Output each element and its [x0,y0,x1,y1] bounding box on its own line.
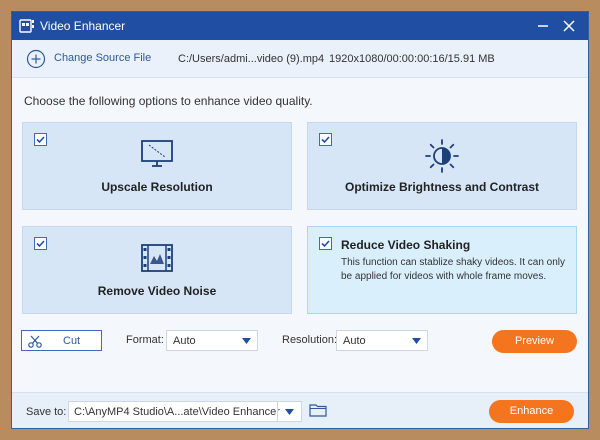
chevron-down-icon [285,409,294,415]
add-circle-icon [26,49,46,69]
cut-label: Cut [63,335,81,347]
cut-button[interactable]: Cut [21,330,102,351]
chevron-down-icon [242,338,251,344]
format-label: Format: [126,334,164,346]
save-path-field[interactable]: C:\AnyMP4 Studio\A...ate\Video Enhancer [68,401,302,422]
close-icon[interactable] [558,15,580,37]
remove-video-noise-checkbox[interactable] [34,237,47,253]
change-source-file-label: Change Source File [54,52,152,64]
remove-video-noise-label: Remove Video Noise [97,284,217,298]
resolution-value: Auto [343,335,366,347]
brightness-icon [424,138,460,177]
format-value: Auto [173,335,196,347]
upscale-resolution-checkbox[interactable] [34,133,47,149]
resolution-label: Resolution: [282,334,338,346]
source-file-path: C:/Users/admi...video (9).mp4 [178,53,325,65]
app-logo-icon [19,18,35,37]
film-icon [140,242,174,277]
video-enhancer-window: Video Enhancer Change Source File C:/Use… [11,11,589,429]
instructions-text: Choose the following options to enhance … [24,94,313,108]
output-controls: Cut Format: Auto Resolution: Auto Previe… [12,330,588,354]
optimize-brightness-label: Optimize Brightness and Contrast [344,180,540,194]
chevron-down-icon [412,338,421,344]
option-optimize-brightness[interactable]: Optimize Brightness and Contrast [307,122,577,210]
upscale-resolution-label: Upscale Resolution [101,180,213,194]
option-upscale-resolution[interactable]: Upscale Resolution [22,122,292,210]
scissors-icon [28,335,42,348]
resolution-select[interactable]: Auto [336,330,428,351]
enhance-button[interactable]: Enhance [489,400,574,423]
window-title: Video Enhancer [40,19,126,33]
reduce-video-shaking-label: Reduce Video Shaking [341,238,471,252]
save-footer: Save to: C:\AnyMP4 Studio\A...ate\Video … [12,392,588,428]
source-file-metadata: 1920x1080/00:00:00:16/15.91 MB [329,53,495,65]
option-remove-video-noise[interactable]: Remove Video Noise [22,226,292,314]
save-to-label: Save to: [26,406,67,418]
optimize-brightness-checkbox[interactable] [319,133,332,149]
monitor-icon [140,138,174,173]
option-reduce-video-shaking[interactable]: Reduce Video Shaking This function can s… [307,226,577,314]
save-path-value: C:\AnyMP4 Studio\A...ate\Video Enhancer [74,406,280,418]
title-bar: Video Enhancer [12,12,588,40]
minimize-icon[interactable] [532,15,554,37]
format-select[interactable]: Auto [166,330,258,351]
source-file-bar: Change Source File C:/Users/admi...video… [12,40,588,78]
open-folder-icon[interactable] [309,403,327,420]
reduce-video-shaking-description: This function can stablize shaky videos.… [341,257,566,282]
save-path-dropdown[interactable] [277,402,301,421]
preview-button[interactable]: Preview [492,330,577,353]
reduce-video-shaking-checkbox[interactable] [319,237,332,253]
